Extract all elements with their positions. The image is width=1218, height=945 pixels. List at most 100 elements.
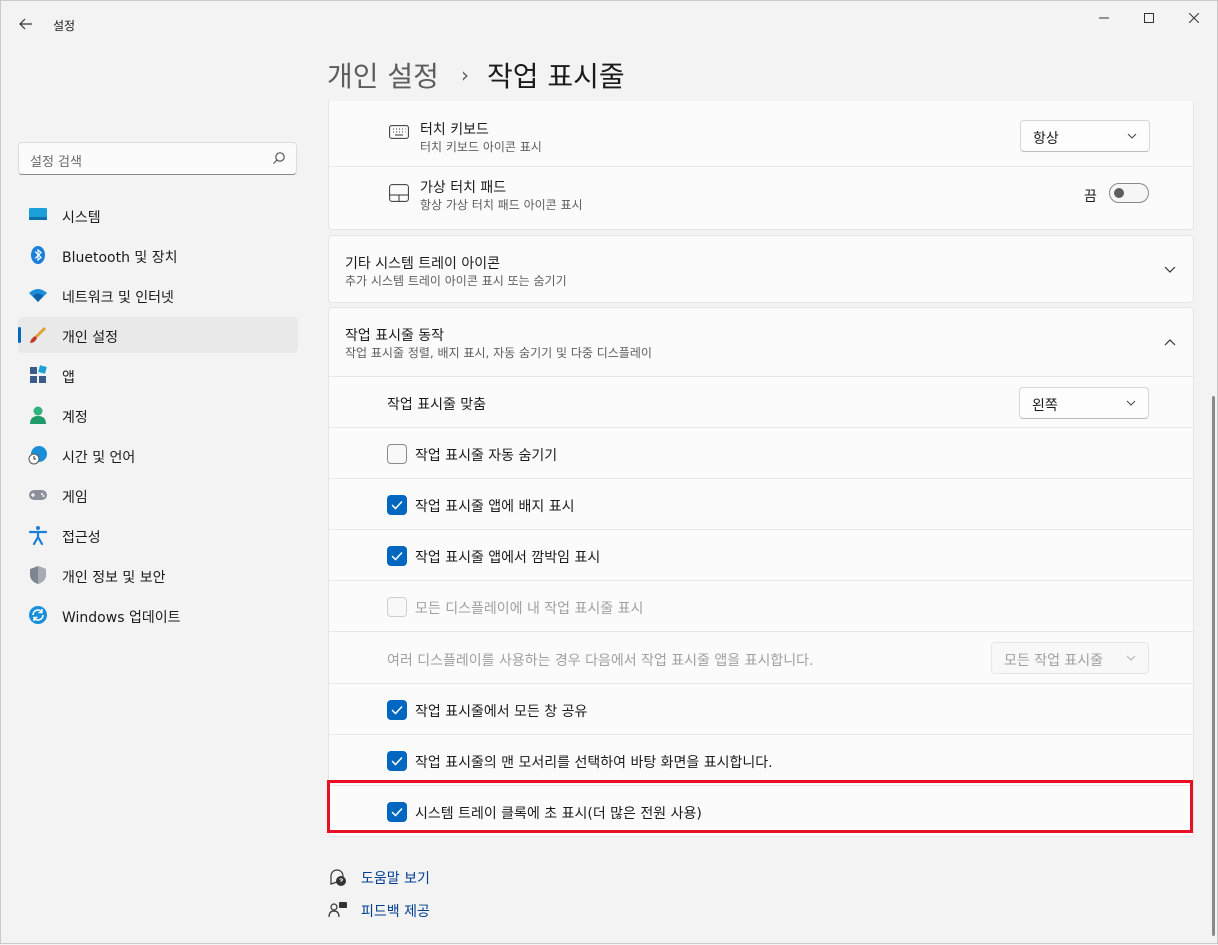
bluetooth-icon bbox=[31, 246, 45, 264]
virtual-touchpad-row: 가상 터치 패드 항상 가상 터치 패드 아이콘 표시 끔 bbox=[329, 166, 1193, 229]
taskbar-behaviors-header[interactable]: 작업 표시줄 동작 작업 표시줄 정렬, 배지 표시, 자동 숨기기 및 다중 … bbox=[329, 308, 1193, 376]
close-button[interactable] bbox=[1171, 7, 1217, 29]
search-icon bbox=[273, 152, 285, 164]
badges-checkbox[interactable] bbox=[387, 495, 407, 515]
chevron-down-icon bbox=[1127, 133, 1137, 139]
sidebar-item-label: 접근성 bbox=[62, 530, 101, 546]
sidebar-item-apps[interactable]: 앱 bbox=[18, 357, 298, 393]
settings-search-input[interactable]: 설정 검색 bbox=[18, 142, 297, 175]
share-window-label: 작업 표시줄에서 모든 창 공유 bbox=[415, 704, 588, 720]
badges-row[interactable]: 작업 표시줄 앱에 배지 표시 bbox=[329, 478, 1193, 529]
title-bar: 설정 bbox=[1, 1, 1217, 49]
apps-icon bbox=[30, 365, 47, 383]
checkmark-icon bbox=[391, 705, 403, 715]
sidebar-item-accounts[interactable]: 계정 bbox=[18, 397, 298, 433]
breadcrumb-parent[interactable]: 개인 설정 bbox=[327, 55, 439, 95]
sidebar-item-time-language[interactable]: 시간 및 언어 bbox=[18, 437, 298, 473]
virtual-touchpad-title: 가상 터치 패드 bbox=[420, 180, 507, 196]
minimize-button[interactable] bbox=[1081, 7, 1127, 29]
chevron-down-icon bbox=[1164, 266, 1176, 273]
checkmark-icon bbox=[391, 756, 403, 766]
give-feedback-link[interactable]: 피드백 제공 bbox=[361, 901, 430, 921]
accessibility-icon bbox=[28, 526, 48, 545]
system-display-icon bbox=[29, 208, 47, 220]
all-displays-row: 모든 디스플레이에 내 작업 표시줄 표시 bbox=[329, 580, 1193, 631]
settings-window: 설정 설정 검색 시스템 Bluetooth 및 장치 네트워크 및 인터넷 개… bbox=[0, 0, 1218, 944]
scrollbar[interactable] bbox=[1212, 396, 1215, 936]
sidebar-item-network[interactable]: 네트워크 및 인터넷 bbox=[18, 277, 298, 313]
share-window-row[interactable]: 작업 표시줄에서 모든 창 공유 bbox=[329, 683, 1193, 734]
wifi-icon bbox=[29, 289, 47, 302]
keyboard-icon bbox=[389, 125, 409, 139]
auto-hide-checkbox[interactable] bbox=[387, 444, 407, 464]
sidebar-item-label: 앱 bbox=[62, 370, 75, 386]
globe-clock-icon bbox=[28, 446, 47, 465]
other-tray-icons-card[interactable]: 기타 시스템 트레이 아이콘 추가 시스템 트레이 아이콘 표시 또는 숨기기 bbox=[328, 235, 1194, 303]
taskbar-corner-icons-card: 터치 키보드 터치 키보드 아이콘 표시 항상 가상 터치 패드 항상 가상 터… bbox=[328, 101, 1194, 230]
back-arrow-icon[interactable] bbox=[15, 13, 37, 35]
toggle-state-label: 끔 bbox=[1084, 189, 1097, 205]
active-indicator bbox=[18, 327, 21, 343]
touch-keyboard-dropdown[interactable]: 항상 bbox=[1020, 120, 1150, 152]
gamepad-icon bbox=[29, 490, 47, 500]
sidebar-item-windows-update[interactable]: Windows 업데이트 bbox=[18, 597, 298, 633]
feedback-icon bbox=[328, 902, 347, 918]
alignment-value: 왼쪽 bbox=[1032, 398, 1058, 414]
virtual-touchpad-toggle[interactable] bbox=[1109, 183, 1149, 203]
virtual-touchpad-subtitle: 항상 가상 터치 패드 아이콘 표시 bbox=[420, 198, 583, 212]
update-icon bbox=[29, 606, 47, 624]
checkmark-icon bbox=[391, 500, 403, 510]
share-window-checkbox[interactable] bbox=[387, 700, 407, 720]
sidebar-item-bluetooth[interactable]: Bluetooth 및 장치 bbox=[18, 237, 298, 273]
seconds-clock-label: 시스템 트레이 클록에 초 표시(더 많은 전원 사용) bbox=[415, 806, 702, 822]
sidebar-item-label: 계정 bbox=[62, 410, 88, 426]
page-title: 작업 표시줄 bbox=[486, 60, 625, 93]
seconds-clock-checkbox[interactable] bbox=[387, 802, 407, 822]
behaviors-subtitle: 작업 표시줄 정렬, 배지 표시, 자동 숨기기 및 다중 디스플레이 bbox=[345, 346, 652, 360]
sidebar-item-system[interactable]: 시스템 bbox=[18, 197, 298, 233]
far-corner-label: 작업 표시줄의 맨 모서리를 선택하여 바탕 화면을 표시합니다. bbox=[415, 755, 773, 771]
sidebar-item-label: 개인 정보 및 보안 bbox=[62, 570, 166, 586]
chevron-down-icon bbox=[1126, 655, 1136, 661]
help-icon bbox=[330, 869, 346, 886]
touch-keyboard-value: 항상 bbox=[1033, 131, 1059, 147]
seconds-clock-row[interactable]: 시스템 트레이 클록에 초 표시(더 많은 전원 사용) bbox=[329, 785, 1193, 836]
checkmark-icon bbox=[391, 807, 403, 817]
far-corner-row[interactable]: 작업 표시줄의 맨 모서리를 선택하여 바탕 화면을 표시합니다. bbox=[329, 734, 1193, 785]
shield-icon bbox=[30, 566, 46, 584]
auto-hide-row[interactable]: 작업 표시줄 자동 숨기기 bbox=[329, 427, 1193, 478]
sidebar-item-label: 시스템 bbox=[62, 210, 101, 226]
sidebar-item-personalization[interactable]: 개인 설정 bbox=[18, 317, 298, 353]
alignment-row: 작업 표시줄 맞춤 왼쪽 bbox=[329, 376, 1193, 427]
other-tray-subtitle: 추가 시스템 트레이 아이콘 표시 또는 숨기기 bbox=[345, 274, 567, 288]
touch-keyboard-subtitle: 터치 키보드 아이콘 표시 bbox=[420, 140, 542, 154]
sidebar-item-gaming[interactable]: 게임 bbox=[18, 477, 298, 513]
checkmark-icon bbox=[391, 551, 403, 561]
multi-display-row: 여러 디스플레이를 사용하는 경우 다음에서 작업 표시줄 앱을 표시합니다. … bbox=[329, 631, 1193, 683]
all-displays-label: 모든 디스플레이에 내 작업 표시줄 표시 bbox=[415, 601, 644, 617]
person-icon bbox=[30, 406, 46, 424]
all-displays-checkbox bbox=[387, 597, 407, 617]
taskbar-behaviors-card: 작업 표시줄 동작 작업 표시줄 정렬, 배지 표시, 자동 숨기기 및 다중 … bbox=[328, 307, 1194, 837]
touchpad-icon bbox=[389, 184, 409, 202]
maximize-button[interactable] bbox=[1126, 7, 1172, 29]
sidebar-item-label: 게임 bbox=[62, 490, 88, 506]
sidebar-item-label: 개인 설정 bbox=[62, 330, 118, 346]
flashing-row[interactable]: 작업 표시줄 앱에서 깜박임 표시 bbox=[329, 529, 1193, 580]
app-title: 설정 bbox=[53, 19, 76, 33]
alignment-dropdown[interactable]: 왼쪽 bbox=[1019, 387, 1149, 419]
sidebar-item-accessibility[interactable]: 접근성 bbox=[18, 517, 298, 553]
get-help-link[interactable]: 도움말 보기 bbox=[361, 868, 430, 888]
paintbrush-icon bbox=[30, 327, 46, 343]
flashing-checkbox[interactable] bbox=[387, 546, 407, 566]
sidebar-item-label: Bluetooth 및 장치 bbox=[62, 250, 178, 266]
chevron-up-icon bbox=[1164, 339, 1176, 346]
far-corner-checkbox[interactable] bbox=[387, 751, 407, 771]
touch-keyboard-title: 터치 키보드 bbox=[420, 122, 489, 138]
multi-display-label: 여러 디스플레이를 사용하는 경우 다음에서 작업 표시줄 앱을 표시합니다. bbox=[387, 653, 814, 669]
sidebar-item-label: Windows 업데이트 bbox=[62, 610, 181, 626]
sidebar-nav: 시스템 Bluetooth 및 장치 네트워크 및 인터넷 개인 설정 앱 계정… bbox=[18, 197, 298, 637]
sidebar-item-privacy[interactable]: 개인 정보 및 보안 bbox=[18, 557, 298, 593]
sidebar-item-label: 네트워크 및 인터넷 bbox=[62, 290, 174, 306]
toggle-knob bbox=[1114, 188, 1124, 198]
